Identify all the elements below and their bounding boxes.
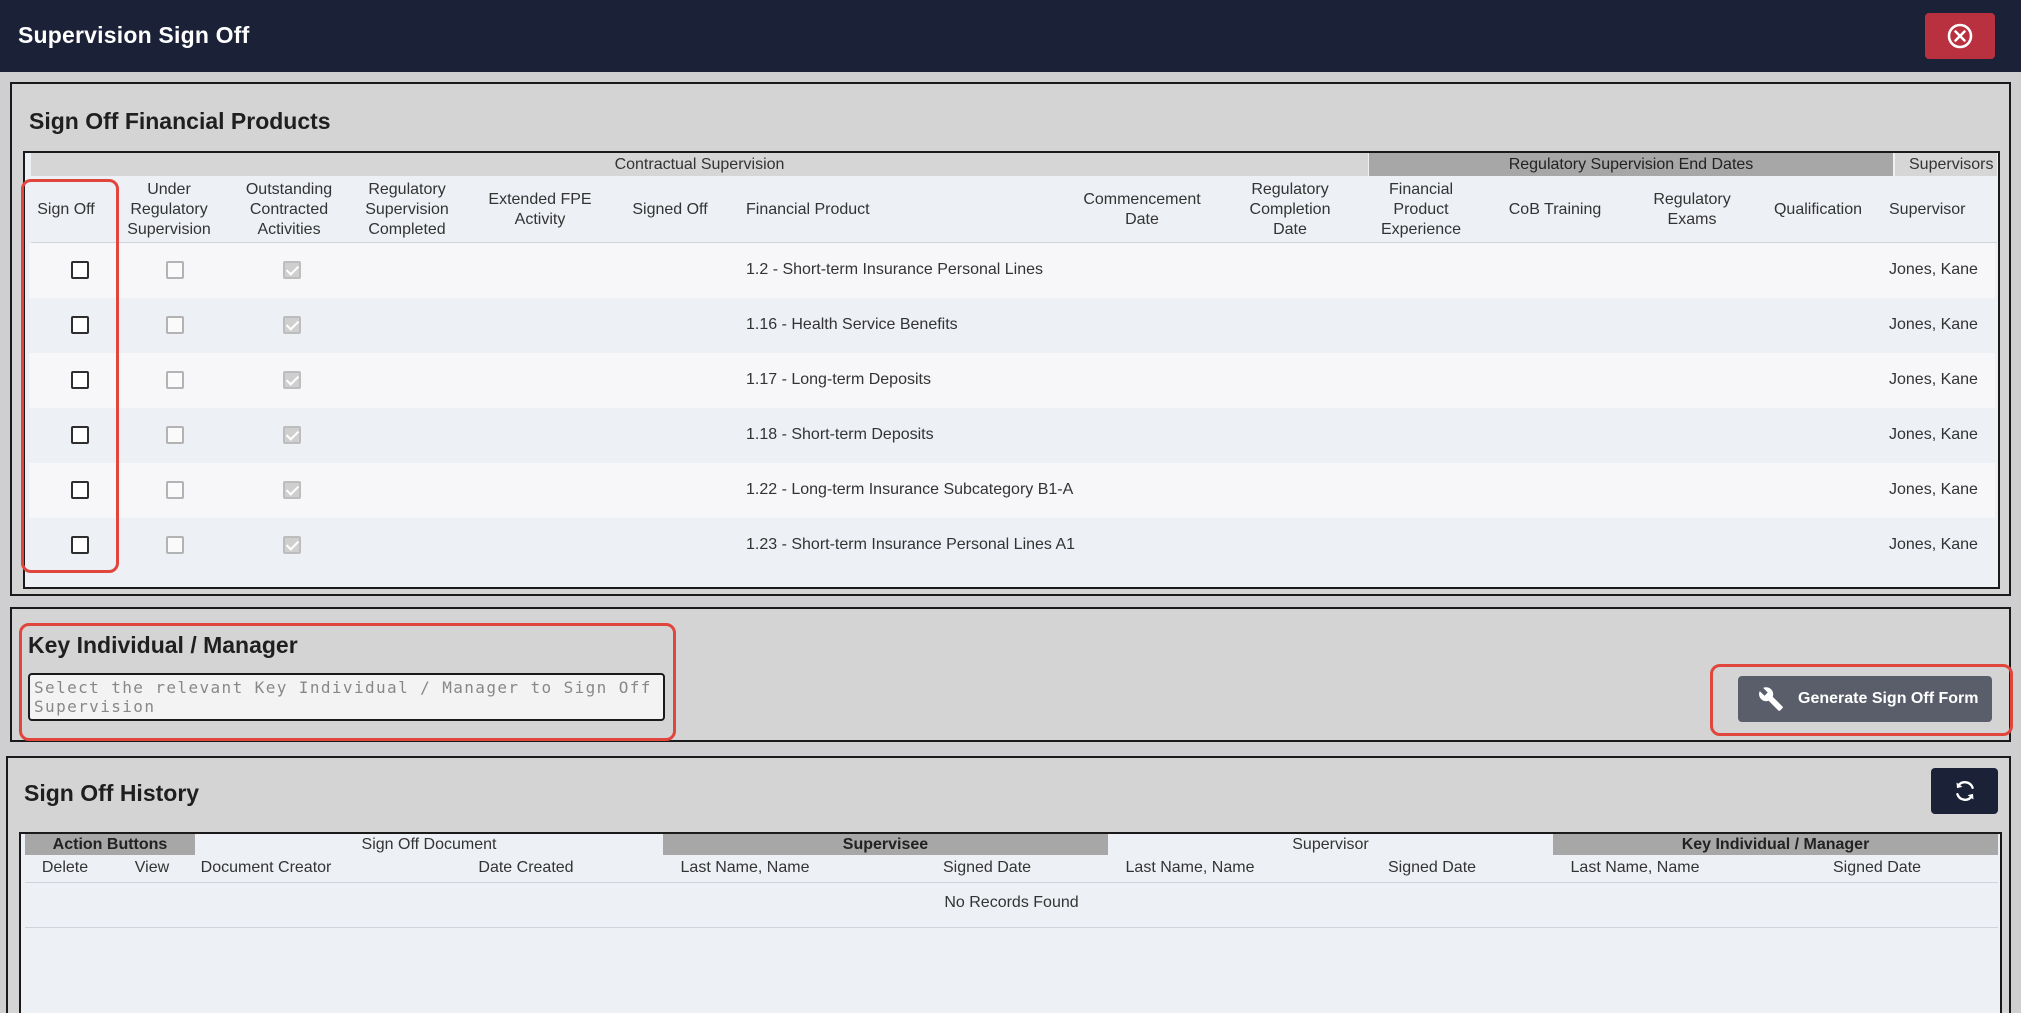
refresh-icon: [1955, 781, 1974, 801]
col-signed-off: Signed Off: [632, 201, 708, 218]
sign-off-checkbox[interactable]: [71, 261, 89, 279]
refresh-button[interactable]: [1931, 768, 1998, 814]
sign-off-checkbox[interactable]: [71, 481, 89, 499]
col-supervisor-name: Last Name, Name: [1125, 859, 1255, 876]
col-qualification: Qualification: [1773, 201, 1863, 218]
financial-products-panel: Sign Off Financial Products Contractual …: [10, 82, 2011, 596]
col-ki-signed-date: Signed Date: [1832, 859, 1922, 876]
history-empty-divider: [25, 927, 1998, 928]
close-button[interactable]: [1925, 13, 1995, 59]
col-sign-off: Sign Off: [37, 201, 95, 218]
group-action-buttons: Action Buttons: [25, 834, 195, 855]
col-reg-completed: Regulatory Supervision Completed: [365, 181, 449, 238]
col-regulatory-exams: Regulatory Exams: [1653, 191, 1731, 228]
col-date-created: Date Created: [478, 859, 574, 876]
col-extended-fpe: Extended FPE Activity: [488, 191, 592, 228]
col-reg-completion-date: Regulatory Completion Date: [1249, 181, 1331, 238]
col-outstanding: Outstanding Contracted Activities: [245, 181, 333, 238]
table-row: 1.23 - Short-term Insurance Personal Lin…: [29, 518, 1995, 573]
history-header-divider: [25, 882, 1998, 883]
outstanding-checkbox: [283, 481, 301, 499]
generate-sign-off-form-label: Generate Sign Off Form: [1798, 690, 1979, 707]
group-supervisor: Supervisor: [1108, 834, 1553, 855]
outstanding-checkbox: [283, 536, 301, 554]
title-bar: Supervision Sign Off: [0, 0, 2021, 72]
under-regulatory-checkbox: [166, 371, 184, 389]
key-individual-select[interactable]: Select the relevant Key Individual / Man…: [28, 673, 665, 721]
financial-product-cell: 1.2 - Short-term Insurance Personal Line…: [746, 261, 1044, 278]
sign-off-checkbox[interactable]: [71, 536, 89, 554]
group-regulatory-end-dates: Regulatory Supervision End Dates: [1369, 153, 1893, 176]
sign-off-history-title: Sign Off History: [24, 780, 200, 806]
outstanding-checkbox: [283, 371, 301, 389]
supervisor-cell: Jones, Kane: [1889, 316, 1978, 333]
close-circle-icon: [1947, 23, 1973, 49]
col-commencement-date: Commencement Date: [1083, 191, 1201, 228]
outstanding-checkbox: [283, 316, 301, 334]
col-fin-product-experience: Financial Product Experience: [1380, 181, 1462, 238]
supervisor-cell: Jones, Kane: [1889, 481, 1978, 498]
financial-product-cell: 1.23 - Short-term Insurance Personal Lin…: [746, 536, 1076, 553]
group-key-individual: Key Individual / Manager: [1553, 834, 1998, 855]
wrench-icon: [1759, 687, 1783, 711]
col-supervisor: Supervisor: [1889, 201, 1966, 218]
col-financial-product: Financial Product: [746, 201, 870, 218]
table-row: 1.18 - Short-term Deposits Jones, Kane: [29, 408, 1995, 463]
under-regulatory-checkbox: [166, 261, 184, 279]
col-ki-name: Last Name, Name: [1570, 859, 1700, 876]
col-delete: Delete: [41, 859, 89, 876]
supervisor-cell: Jones, Kane: [1889, 261, 1978, 278]
table-row: 1.17 - Long-term Deposits Jones, Kane: [29, 353, 1995, 408]
financial-product-cell: 1.18 - Short-term Deposits: [746, 426, 934, 443]
col-view: View: [134, 859, 170, 876]
financial-product-cell: 1.17 - Long-term Deposits: [746, 371, 931, 388]
outstanding-checkbox: [283, 261, 301, 279]
financial-product-cell: 1.22 - Long-term Insurance Subcategory B…: [746, 481, 1074, 498]
table-row: 1.22 - Long-term Insurance Subcategory B…: [29, 463, 1995, 518]
window-title: Supervision Sign Off: [18, 22, 250, 48]
sign-off-checkbox[interactable]: [71, 371, 89, 389]
financial-products-title: Sign Off Financial Products: [29, 108, 331, 134]
sign-off-checkbox[interactable]: [71, 316, 89, 334]
financial-products-table: Contractual Supervision Regulatory Super…: [23, 151, 2000, 589]
table-row: 1.2 - Short-term Insurance Personal Line…: [29, 243, 1995, 298]
col-document-creator: Document Creator: [200, 859, 332, 876]
col-supervisee-signed-date: Signed Date: [942, 859, 1032, 876]
under-regulatory-checkbox: [166, 536, 184, 554]
financial-product-cell: 1.16 - Health Service Benefits: [746, 316, 958, 333]
group-supervisors: Supervisors: [1895, 153, 1997, 176]
col-under-regulatory: Under Regulatory Supervision: [127, 181, 211, 238]
generate-sign-off-form-button[interactable]: Generate Sign Off Form: [1738, 676, 1992, 722]
group-sign-off-document: Sign Off Document: [195, 834, 663, 855]
sign-off-history-table: Action Buttons Sign Off Document Supervi…: [19, 832, 2002, 1013]
no-records-message: No Records Found: [944, 894, 1079, 911]
supervisor-cell: Jones, Kane: [1889, 536, 1978, 553]
group-supervisee: Supervisee: [663, 834, 1108, 855]
col-supervisor-signed-date: Signed Date: [1387, 859, 1477, 876]
group-contractual-supervision: Contractual Supervision: [31, 153, 1368, 176]
under-regulatory-checkbox: [166, 481, 184, 499]
under-regulatory-checkbox: [166, 426, 184, 444]
supervisor-cell: Jones, Kane: [1889, 426, 1978, 443]
under-regulatory-checkbox: [166, 316, 184, 334]
table-row: 1.16 - Health Service Benefits Jones, Ka…: [29, 298, 1995, 353]
col-cob-training: CoB Training: [1508, 201, 1602, 218]
supervisor-cell: Jones, Kane: [1889, 371, 1978, 388]
outstanding-checkbox: [283, 426, 301, 444]
col-supervisee-name: Last Name, Name: [680, 859, 810, 876]
key-individual-title: Key Individual / Manager: [28, 632, 298, 658]
sign-off-checkbox[interactable]: [71, 426, 89, 444]
